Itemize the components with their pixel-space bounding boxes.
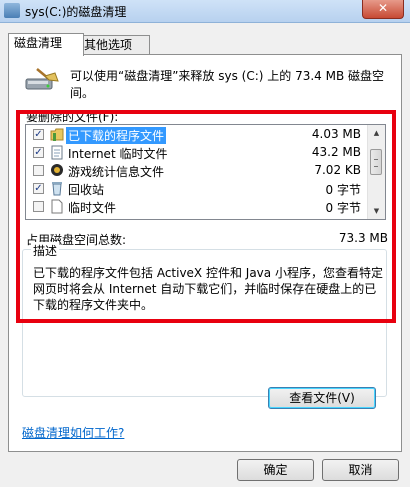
title-bar[interactable]: sys(C:)的磁盘清理 ✕ [0,0,410,23]
item-name: Internet 临时文件 [68,147,168,161]
cancel-button[interactable]: 取消 [322,459,399,481]
item-size: 43.2 MB [311,145,361,159]
close-button[interactable]: ✕ [362,0,404,19]
header-description: 可以使用“磁盘清理”来释放 sys (C:) 上的 73.4 MB 磁盘空间。 [70,69,385,100]
checkbox[interactable]: ✓ [33,147,44,158]
list-item[interactable]: 临时文件 0 字节 [26,198,369,216]
help-link[interactable]: 磁盘清理如何工作? [22,424,124,441]
checkbox[interactable]: ✓ [33,183,44,194]
list-item[interactable]: ✓ 回收站 0 字节 [26,180,369,198]
checkbox[interactable] [33,201,44,212]
item-name: 已下载的程序文件 [66,127,167,144]
scroll-down-icon[interactable]: ▼ [368,203,385,219]
file-icon [51,199,63,214]
tab-more-options[interactable]: 其他选项 [78,35,150,55]
tab-disk-cleanup[interactable]: 磁盘清理 [8,33,84,56]
disk-cleanup-icon [4,3,20,18]
item-name: 游戏统计信息文件 [68,165,165,179]
total-space-value: 73.3 MB [338,231,388,245]
recycle-bin-icon [52,182,62,196]
game-icon [51,164,63,176]
file-list[interactable]: ✓ 已下载的程序文件 4.03 MB ✓ Internet 临时文件 43.2 … [25,124,386,220]
grip-icon [374,159,378,167]
window-title: sys(C:)的磁盘清理 [25,5,127,19]
item-size: 7.02 KB [314,163,361,177]
checkbox[interactable]: ✓ [33,129,44,140]
page-icon [51,145,63,160]
drive-broom-icon [25,68,59,90]
list-scrollbar[interactable]: ▲ ▼ [367,125,385,219]
description-title: 描述 [31,242,60,259]
item-size: 0 字节 [325,183,361,197]
item-name: 回收站 [68,183,105,197]
list-item[interactable]: ✓ Internet 临时文件 43.2 MB [26,144,369,162]
list-item[interactable]: 游戏统计信息文件 7.02 KB [26,162,369,180]
item-size: 4.03 MB [311,127,361,141]
item-size: 0 字节 [325,201,361,215]
item-name: 临时文件 [68,201,117,215]
view-files-button[interactable]: 查看文件(V) [268,387,376,409]
folder-icon [50,128,64,141]
scroll-up-icon[interactable]: ▲ [368,125,385,141]
checkbox[interactable] [33,165,44,176]
ok-button[interactable]: 确定 [237,459,314,481]
list-item[interactable]: ✓ 已下载的程序文件 4.03 MB [26,126,369,144]
description-text: 已下载的程序文件包括 ActiveX 控件和 Java 小程序，您查看特定网页时… [33,266,383,312]
scroll-thumb[interactable] [370,149,382,175]
